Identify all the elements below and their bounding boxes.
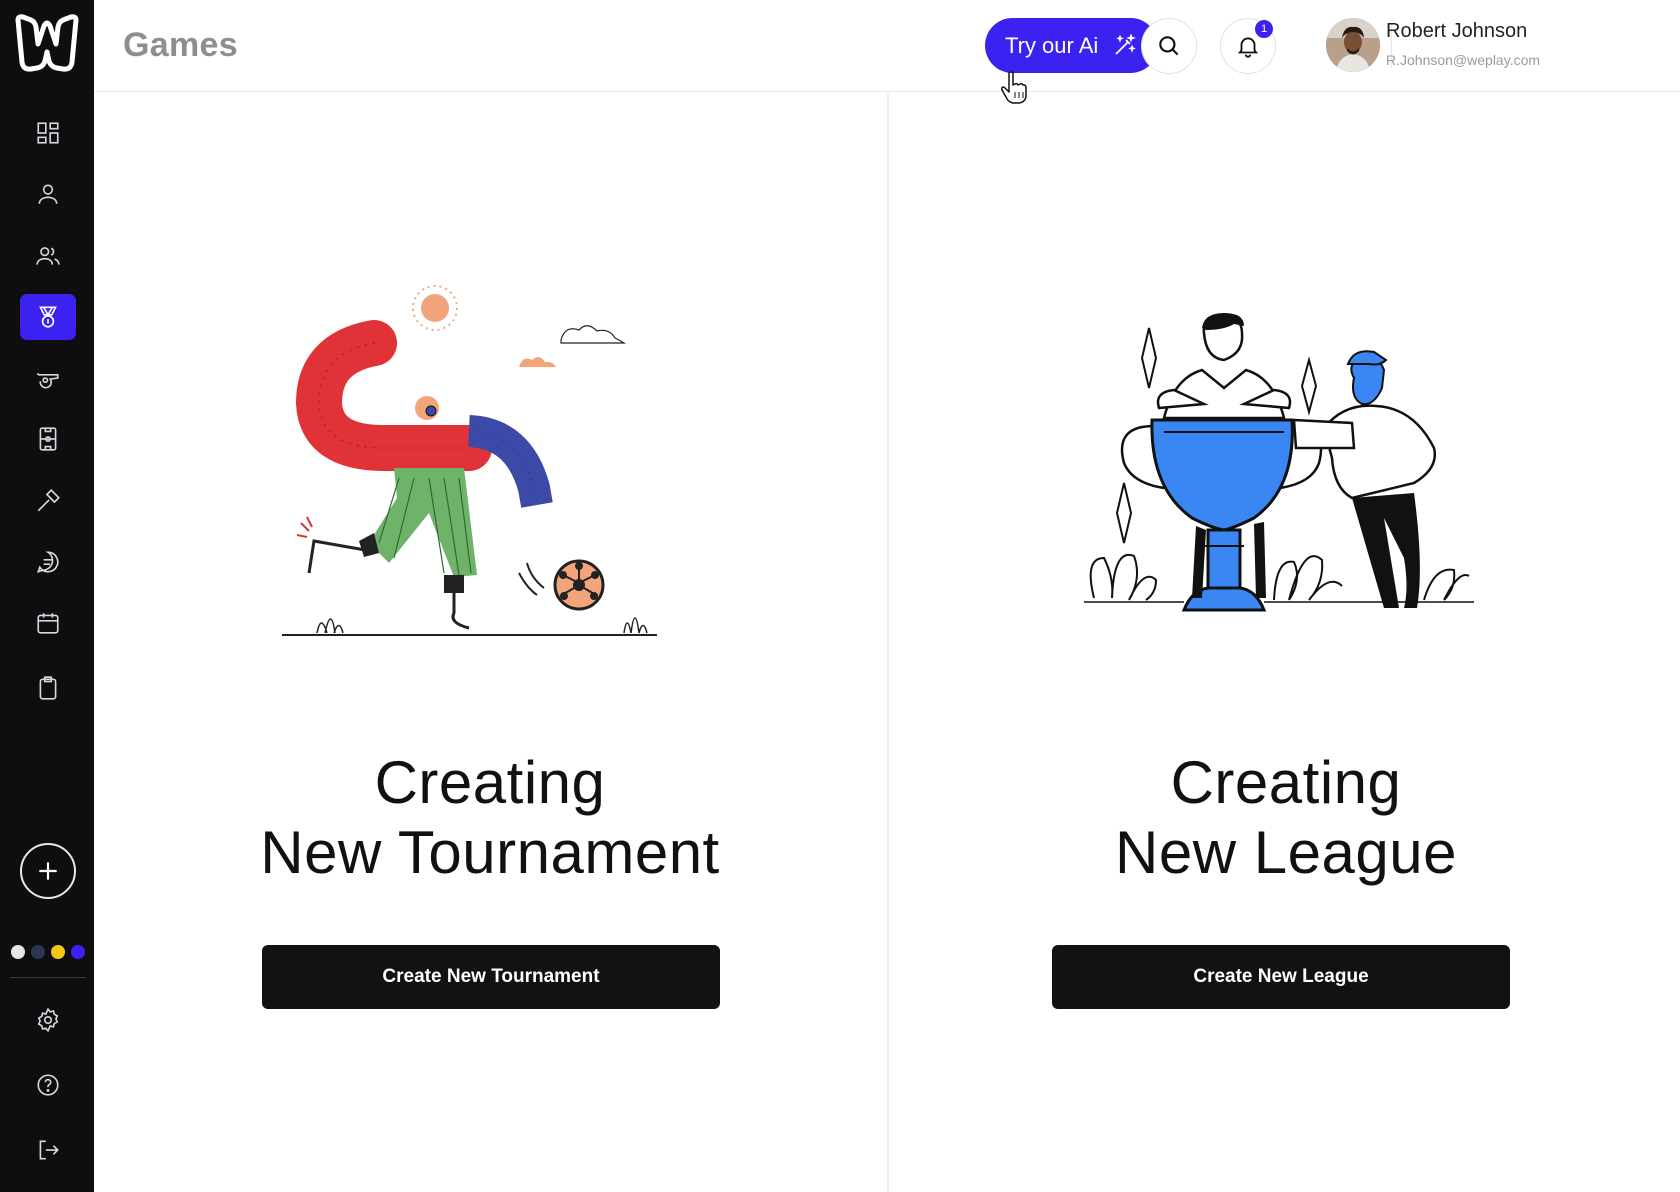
league-title-line1: Creating [1170, 749, 1402, 816]
dashboard-icon [37, 122, 59, 144]
try-ai-label: Try our Ai [1005, 32, 1099, 58]
hammer-icon [37, 489, 60, 512]
clipboard-icon [39, 676, 57, 700]
sidebar-item-dashboard[interactable] [20, 110, 76, 156]
logout-icon [39, 1140, 59, 1160]
notification-badge: 1 [1255, 20, 1273, 38]
trophy-players-illustration [1084, 313, 1474, 612]
sidebar-item-referees[interactable] [20, 355, 76, 401]
tournament-title-line2: New Tournament [260, 819, 720, 886]
league-panel: Creating New League Create New League [889, 93, 1680, 1192]
create-tournament-button[interactable]: Create New Tournament [262, 945, 720, 1009]
magic-wand-icon [1115, 33, 1137, 55]
sidebar-item-logout[interactable] [20, 1127, 76, 1173]
sidebar-divider [10, 977, 86, 978]
theme-dot-blue[interactable] [71, 945, 85, 959]
user-name: Robert Johnson [1386, 20, 1528, 42]
sidebar-item-games[interactable] [20, 294, 76, 340]
user-icon [38, 184, 58, 204]
search-button[interactable] [1141, 18, 1197, 74]
theme-dot-light[interactable] [11, 945, 25, 959]
plus-icon [39, 862, 57, 880]
page-title: Games [123, 26, 238, 64]
medal-icon [39, 306, 57, 328]
chat-icon [36, 551, 59, 574]
settings-icon [37, 1007, 59, 1033]
avatar[interactable] [1326, 18, 1380, 72]
sidebar-item-reports[interactable] [20, 665, 76, 711]
app-logo[interactable] [14, 14, 80, 74]
sidebar-item-help[interactable] [20, 1062, 76, 1108]
notifications-button[interactable]: 1 [1220, 18, 1276, 74]
theme-dot-navy[interactable] [31, 945, 45, 959]
theme-dot-yellow[interactable] [51, 945, 65, 959]
bell-icon [1238, 37, 1258, 58]
sidebar-item-profile[interactable] [20, 171, 76, 217]
tournament-title: Creating New Tournament [190, 748, 790, 888]
sidebar-item-calendar[interactable] [20, 600, 76, 646]
sidebar-item-messages[interactable] [20, 539, 76, 585]
users-icon [36, 247, 60, 265]
create-league-button[interactable]: Create New League [1052, 945, 1510, 1009]
sidebar-item-tools[interactable] [20, 478, 76, 524]
search-icon [1159, 36, 1179, 56]
add-button[interactable] [20, 843, 76, 899]
tournament-panel: Creating New Tournament Create New Tourn… [94, 93, 887, 1192]
top-header: Games Try our Ai 1 Robert Johnson R.John… [94, 0, 1680, 104]
theme-switcher [11, 945, 85, 959]
league-title-line2: New League [1115, 819, 1457, 886]
help-icon [37, 1074, 59, 1096]
calendar-icon [37, 613, 59, 634]
field-icon [39, 427, 57, 451]
sidebar-item-fields[interactable] [20, 416, 76, 462]
sidebar-item-players[interactable] [20, 233, 76, 279]
soccer-player-illustration [282, 285, 657, 636]
sidebar-item-settings[interactable] [20, 997, 76, 1043]
tournament-title-line1: Creating [374, 749, 606, 816]
try-ai-button[interactable]: Try our Ai [985, 18, 1158, 73]
sidebar [0, 0, 94, 1192]
league-title: Creating New League [986, 748, 1586, 888]
user-email: R.Johnson@weplay.com [1386, 52, 1541, 68]
whistle-icon [36, 372, 59, 389]
